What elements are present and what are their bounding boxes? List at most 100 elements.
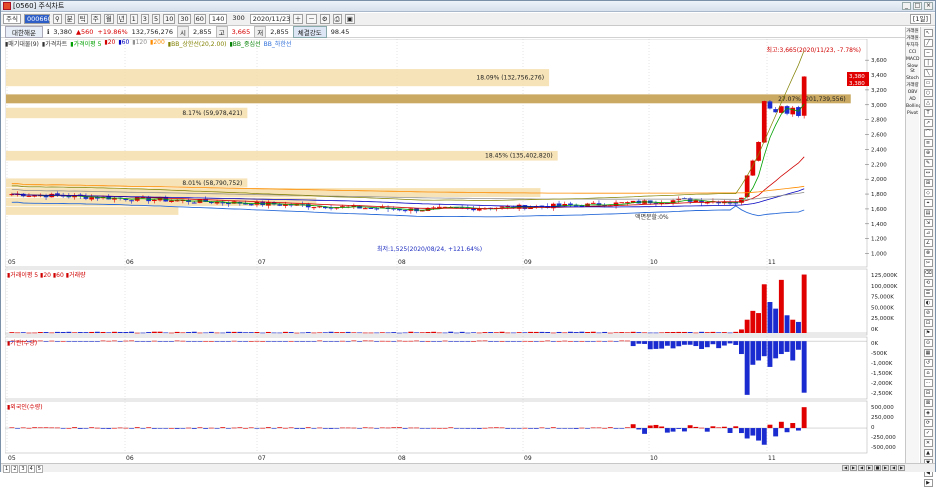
legend-item[interactable]: ▮가격차트	[42, 39, 67, 48]
drawing-tool-icon[interactable]: ☰	[923, 289, 933, 297]
drawing-tool-icon[interactable]: ⟲	[923, 279, 933, 287]
drawing-tool-icon[interactable]: ∠	[923, 239, 933, 247]
drawing-tool-icon[interactable]: ⌫	[923, 269, 933, 277]
indicator-item[interactable]: 거래량	[906, 83, 919, 88]
info-icon[interactable]: ℹ	[47, 28, 49, 36]
drawing-tool-icon[interactable]: T	[923, 109, 933, 117]
market-select[interactable]: 주식	[3, 14, 21, 24]
indicator-item[interactable]: Slow St	[906, 64, 919, 74]
scroll-nav-icon[interactable]: ◀	[842, 465, 849, 471]
drawing-tool-icon[interactable]: ✓	[923, 429, 933, 437]
drawing-tool-icon[interactable]: ╱	[923, 39, 933, 47]
drawing-tool-icon[interactable]: ○	[923, 89, 933, 97]
period-button-min[interactable]: 분	[64, 14, 75, 24]
period-button-tick[interactable]: 틱	[77, 14, 88, 24]
date-input[interactable]: 2020/11/23	[249, 14, 290, 24]
price-chart-area[interactable]: 05 05 06 06 07 07 08 08 09 09 10 10 11 11 18.09% (132,…	[5, 39, 903, 463]
close-icon[interactable]: ×	[924, 2, 933, 10]
unit-button-10[interactable]: 10	[163, 14, 176, 24]
stock-name[interactable]: 대한해운	[5, 26, 43, 38]
legend-item[interactable]: ▮매기대물(9)	[5, 39, 39, 48]
indicator-item[interactable]: Pivot	[906, 111, 919, 116]
drawing-tool-icon[interactable]: △	[923, 99, 933, 107]
indicator-item[interactable]: 거래원	[906, 29, 919, 34]
code-input[interactable]: 000660	[23, 14, 52, 24]
drawing-tool-icon[interactable]: ▲	[923, 449, 933, 457]
unit-button-60[interactable]: 60	[193, 14, 206, 24]
drawing-tool-icon[interactable]: ⊗	[923, 249, 933, 257]
drawing-tool-icon[interactable]: ⊙	[923, 339, 933, 347]
drawing-tool-icon[interactable]: ╲	[923, 69, 933, 77]
drawing-tool-icon[interactable]: ◈	[923, 409, 933, 417]
minimize-icon[interactable]: _	[902, 2, 911, 10]
drawing-tool-icon[interactable]: ⇲	[923, 219, 933, 227]
zoom-in-icon[interactable]: ＋	[292, 14, 304, 24]
search-icon[interactable]: ⚲	[52, 14, 62, 24]
save-icon[interactable]: ▣	[344, 14, 355, 24]
drawing-tool-icon[interactable]: ⋯	[923, 379, 933, 387]
scroll-nav-icon[interactable]: ■	[874, 465, 881, 471]
unit-button-3[interactable]: 3	[140, 14, 149, 24]
indicator-item[interactable]: OBV	[906, 90, 919, 95]
drawing-tool-icon[interactable]: ✎	[923, 159, 933, 167]
drawing-tool-icon[interactable]: ⌖	[923, 199, 933, 207]
unit-button-1[interactable]: 1	[129, 14, 138, 24]
scroll-nav-icon[interactable]: ▶	[898, 465, 905, 471]
drawing-tool-icon[interactable]: ─	[923, 49, 933, 57]
scroll-nav-icon[interactable]: ▶	[850, 465, 857, 471]
drawing-tool-icon[interactable]: ⊟	[923, 389, 933, 397]
drawing-tool-icon[interactable]: ⌂	[923, 369, 933, 377]
drawing-tool-icon[interactable]: ✕	[923, 439, 933, 447]
scroll-nav-icon[interactable]: ▶	[882, 465, 889, 471]
drawing-tool-icon[interactable]: ↖	[923, 29, 933, 37]
drawing-tool-icon[interactable]: ↗	[923, 119, 933, 127]
legend-item[interactable]: ▮BB_상한선(20,2.00)	[168, 39, 227, 48]
drawing-tool-icon[interactable]: ✂	[923, 259, 933, 267]
drawing-tool-icon[interactable]: ◇	[923, 189, 933, 197]
drawing-tool-icon[interactable]: ↔	[923, 169, 933, 177]
settings-icon[interactable]: ⚙	[319, 14, 330, 24]
drawing-tool-icon[interactable]: │	[923, 59, 933, 67]
indicator-item[interactable]: 거래원	[906, 36, 919, 41]
indicator-item[interactable]: Stoch	[906, 76, 919, 81]
indicator-item[interactable]: MACD	[906, 57, 920, 62]
drawing-tool-icon[interactable]: ⟳	[923, 419, 933, 427]
legend-item[interactable]: ▮120	[132, 39, 147, 48]
drawing-tool-icon[interactable]: ⌒	[923, 129, 933, 137]
period-button-month[interactable]: 월	[103, 14, 114, 24]
scroll-nav-icon[interactable]: ▶	[866, 465, 873, 471]
legend-item[interactable]: ▮200	[150, 39, 165, 48]
indicator-item[interactable]: 투자자	[906, 43, 919, 48]
maximize-icon[interactable]: □	[913, 2, 922, 10]
drawing-tool-icon[interactable]: ⊘	[923, 309, 933, 317]
period-button-week[interactable]: 주	[90, 14, 101, 24]
drawing-tool-icon[interactable]: ⊞	[923, 179, 933, 187]
scroll-nav-icon[interactable]: ◀	[890, 465, 897, 471]
legend-item[interactable]: ▮60	[118, 39, 129, 48]
drawing-tool-icon[interactable]: ▶	[923, 479, 933, 487]
drawing-tool-icon[interactable]: ⚑	[923, 329, 933, 337]
count-input[interactable]: 140	[208, 14, 228, 24]
unit-button-30[interactable]: 30	[178, 14, 191, 24]
indicator-item[interactable]: Bollinger	[906, 104, 926, 109]
unit-button-5[interactable]: 5	[151, 14, 161, 24]
drawing-tool-icon[interactable]: ⊡	[923, 319, 933, 327]
drawing-tool-icon[interactable]: ▦	[923, 349, 933, 357]
scroll-nav-icon[interactable]: ◀	[858, 465, 865, 471]
legend-item[interactable]: ▮20	[104, 39, 115, 48]
zoom-out-icon[interactable]: －	[306, 14, 317, 24]
drawing-tool-icon[interactable]: ▭	[923, 79, 933, 87]
drawing-tool-icon[interactable]: ⊠	[923, 399, 933, 407]
indicator-item[interactable]: CCI	[906, 50, 919, 55]
drawing-tool-icon[interactable]: ◐	[923, 299, 933, 307]
legend-item[interactable]: BB_하한선	[264, 39, 292, 48]
indicator-item[interactable]: AD	[906, 97, 919, 102]
legend-item[interactable]: ▮가격이평 5	[70, 39, 101, 48]
drawing-tool-icon[interactable]: ▤	[923, 209, 933, 217]
period-button-year[interactable]: 년	[116, 14, 127, 24]
legend-item[interactable]: ▮BB_중심선	[229, 39, 260, 48]
drawing-tool-icon[interactable]: ≡	[923, 139, 933, 147]
drawing-tool-icon[interactable]: ↺	[923, 359, 933, 367]
drawing-tool-icon[interactable]: ⊕	[923, 149, 933, 157]
strength-button[interactable]: 체결강도	[292, 26, 327, 38]
